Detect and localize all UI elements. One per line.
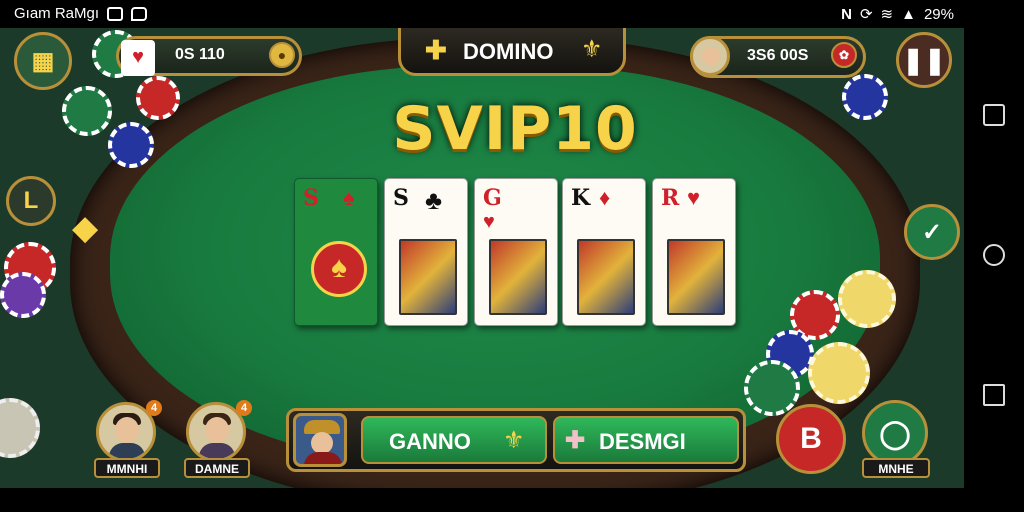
fleur-icon: ⚜ [503,427,525,454]
card-avatar-icon: ♥ [121,40,155,76]
card-suit: ♥ [483,211,495,233]
chat-bubble-icon: ◯ [879,417,911,449]
back-button[interactable] [983,384,1005,406]
gift-icon[interactable]: ✿ [831,42,857,68]
recents-button[interactable] [983,104,1005,126]
signal-icon: ▲ [901,5,916,23]
card-face-art [399,239,457,315]
wifi-icon: ≋ [880,6,894,23]
card-face-art [489,239,547,315]
player-badge: 4 [236,400,252,416]
red-action-button[interactable]: B [776,404,846,474]
current-player-avatar[interactable] [293,413,347,467]
chip-stack [0,272,46,318]
right-side-button[interactable]: ✓ [904,204,960,260]
card-rank: S [393,185,409,211]
spade-emblem-icon: ♠ [311,241,367,297]
primary-action-label: GANNO [389,429,471,454]
left-side-button[interactable]: L [6,176,56,226]
message-icon [131,6,148,21]
card-suit: ♣ [425,185,443,215]
menu-button[interactable]: ▦ [14,32,72,90]
chip-stack [808,342,870,404]
playing-card[interactable]: G ♥ [474,178,558,326]
chip-stack [838,270,896,328]
red-action-label: B [800,422,822,455]
right-balance-value: 3S6 00S [747,47,809,64]
card-suit: ♠ [343,185,355,210]
card-rank: S [303,185,319,211]
chip-stack [108,122,154,168]
primary-action-button[interactable]: GANNO ⚜ [361,416,547,464]
battery-text: 29% [923,5,954,23]
title-text: DOMINO [463,39,554,64]
grid-menu-icon: ▦ [31,47,55,75]
nav-bar [964,0,1024,512]
card-suit: ♦ [599,185,611,210]
player-badge: 4 [146,400,162,416]
game-canvas: ▦ ♥ 0S 110 ● ✚ DOMINO ⚜ 3S6 00S ✿ ❚❚ L ◆… [0,28,964,488]
sync-icon: ⟳ [859,6,873,23]
chat-button[interactable]: ◯ [862,400,928,466]
left-ornament-icon: ◆ [72,209,99,247]
check-arrow-icon: ✓ [921,218,943,246]
plus-icon: ✚ [425,35,447,65]
playing-card[interactable]: R ♥ [652,178,736,326]
plus-icon: ✚ [565,427,586,454]
secondary-action-label: DESMGI [599,429,686,454]
player-avatar-small [690,36,730,76]
left-balance-value: 0S 110 [175,46,225,63]
right-balance-pill: 3S6 00S ✿ [690,36,866,78]
player-name: MMNHI [94,458,160,478]
chip-stack [744,360,800,416]
coin-add-button[interactable]: ● [269,42,295,68]
card-suit: ♥ [687,185,701,210]
pause-icon: ❚❚ [902,44,946,75]
chip-stack [0,398,40,458]
chat-button-label: MNHE [862,458,930,478]
status-app-name: Gıam RaMgı [14,5,100,22]
left-balance-pill: ♥ 0S 110 ● [116,36,302,76]
playing-card[interactable]: K ♦ [562,178,646,326]
bottom-black-bar [0,488,964,512]
playing-card[interactable]: S ♣ [384,178,468,326]
action-bar: GANNO ⚜ ✚ DESMGI [286,408,746,472]
chip-stack [62,86,112,136]
status-bar: Gıam RaMgı N ⟳ ≋ ▲ 29% [0,0,964,28]
card-rank: K [571,185,591,211]
left-side-button-label: L [23,187,39,214]
svip-banner: SVIP10 [392,94,638,164]
home-button[interactable] [983,244,1005,266]
card-face-art [577,239,635,315]
fleur-icon: ⚜ [581,36,603,63]
nfc-icon: N [841,5,852,23]
secondary-action-button[interactable]: ✚ DESMGI [553,416,739,464]
title-plate: ✚ DOMINO ⚜ [398,28,626,76]
card-rank: G [483,185,502,211]
chip-stack [842,74,888,120]
card-rank: R [661,185,680,211]
player-name: DAMNE [184,458,250,478]
pause-button[interactable]: ❚❚ [896,32,952,88]
playing-card[interactable]: S ♠ ♠ [294,178,378,326]
screenshot-icon [107,6,124,21]
card-face-art [667,239,725,315]
chip-stack [136,76,180,120]
